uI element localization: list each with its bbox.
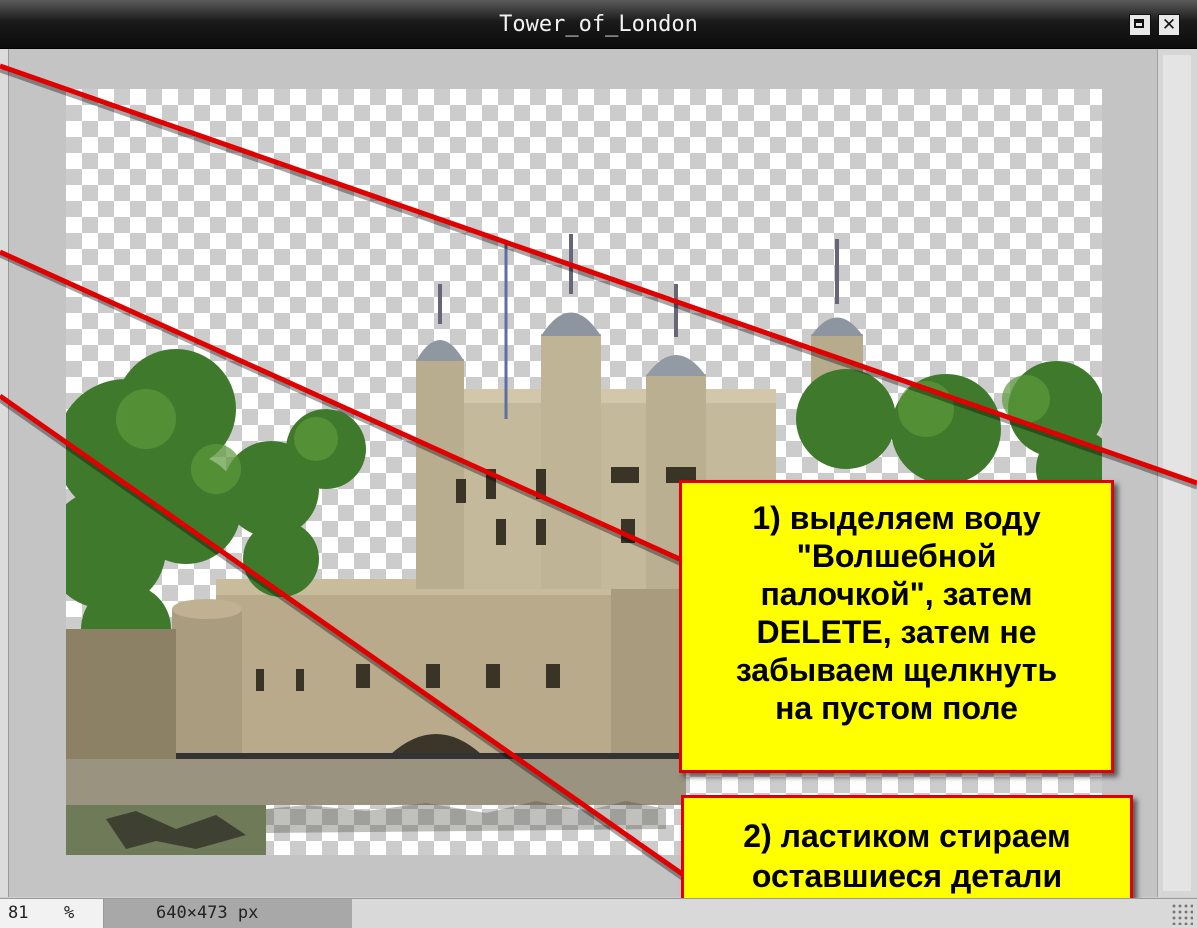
- callout-step1-line2: "Волшебной: [796, 538, 997, 574]
- callout-step1-line1: 1) выделяем воду: [752, 500, 1041, 536]
- callout-step1-line6: на пустом поле: [775, 690, 1018, 726]
- window-title: Tower_of_London: [499, 12, 698, 37]
- callout-step2: 2) ластиком стираем оставшиеся детали: [681, 795, 1133, 913]
- resize-grip-icon[interactable]: [1171, 903, 1193, 925]
- callout-step1-line4: DELETE, затем не: [756, 614, 1037, 650]
- zoom-field[interactable]: 81 %: [0, 899, 104, 928]
- zoom-unit: %: [64, 903, 75, 923]
- callout-step2-line2: оставшиеся детали: [751, 858, 1063, 894]
- zoom-value[interactable]: 81: [8, 903, 28, 923]
- callout-step2-line1: 2) ластиком стираем: [743, 818, 1071, 854]
- vertical-scrollbar[interactable]: [1157, 49, 1197, 897]
- status-bar: 81 % 640×473 px: [0, 898, 1197, 928]
- callout-step1-line3: палочкой", затем: [760, 576, 1033, 612]
- title-bar[interactable]: Tower_of_London ✕: [0, 0, 1197, 49]
- scrollbar-thumb[interactable]: [1163, 55, 1191, 891]
- image-size-field: 640×473 px: [104, 899, 352, 928]
- maximize-icon[interactable]: [1129, 14, 1151, 36]
- close-icon[interactable]: ✕: [1158, 14, 1180, 36]
- callout-step1-line5: забываем щелкнуть: [735, 652, 1058, 688]
- image-size-text: 640×473 px: [156, 903, 259, 923]
- left-window-edge: [0, 49, 9, 897]
- callout-step1: 1) выделяем воду "Волшебной палочкой", з…: [679, 480, 1114, 773]
